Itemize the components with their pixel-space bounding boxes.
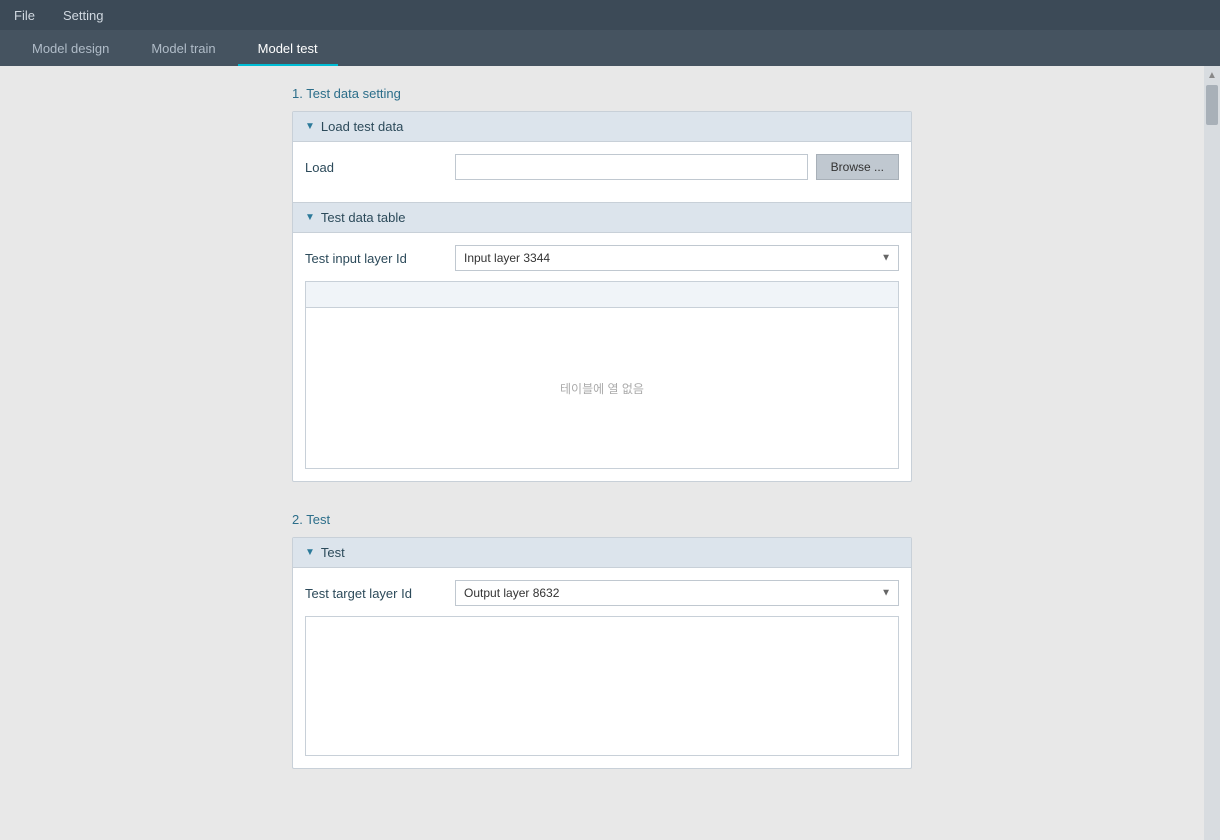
scrollbar-thumb[interactable]	[1206, 85, 1218, 125]
table-panel-title: Test data table	[321, 210, 406, 225]
input-layer-label: Test input layer Id	[305, 251, 455, 266]
load-test-data-panel: ▼ Load test data Load Browse ... ▼ Test …	[292, 111, 912, 482]
table-panel-body: Test input layer Id Input layer 3344 Inp…	[293, 233, 911, 481]
load-file-input[interactable]	[455, 154, 808, 180]
menu-bar: File Setting	[0, 0, 1220, 30]
target-layer-select[interactable]: Output layer 8632 Output layer 5500 Outp…	[455, 580, 899, 606]
main-content: 1. Test data setting ▼ Load test data Lo…	[0, 66, 1220, 840]
content-area: 1. Test data setting ▼ Load test data Lo…	[0, 66, 1204, 840]
tab-model-design[interactable]: Model design	[12, 33, 129, 66]
target-layer-select-wrapper: Output layer 8632 Output layer 5500 Outp…	[455, 580, 899, 606]
load-panel-title: Load test data	[321, 119, 403, 134]
load-panel-body: Load Browse ...	[293, 142, 911, 202]
tab-bar: Model design Model train Model test	[0, 30, 1220, 66]
collapse-arrow-table[interactable]: ▼	[305, 212, 315, 223]
test-panel-title: Test	[321, 545, 345, 560]
scrollbar[interactable]: ▲	[1204, 66, 1220, 840]
target-layer-label: Test target layer Id	[305, 586, 455, 601]
input-layer-row: Test input layer Id Input layer 3344 Inp…	[305, 245, 899, 271]
target-layer-row: Test target layer Id Output layer 8632 O…	[305, 580, 899, 606]
table-header	[306, 282, 898, 308]
scroll-up-arrow[interactable]: ▲	[1205, 68, 1219, 83]
input-layer-select[interactable]: Input layer 3344 Input layer 1000 Input …	[455, 245, 899, 271]
collapse-arrow-test[interactable]: ▼	[305, 547, 315, 558]
menu-setting[interactable]: Setting	[57, 4, 109, 27]
tab-model-train[interactable]: Model train	[131, 33, 235, 66]
section1-title: 1. Test data setting	[292, 86, 912, 101]
section-test: 2. Test ▼ Test Test target layer Id Outp…	[292, 512, 912, 769]
load-panel-header: ▼ Load test data	[293, 112, 911, 142]
test-panel-body: Test target layer Id Output layer 8632 O…	[293, 568, 911, 768]
load-label: Load	[305, 160, 455, 175]
table-panel-header: ▼ Test data table	[293, 202, 911, 233]
test-data-table: 테이블에 열 없음	[305, 281, 899, 469]
section2-title: 2. Test	[292, 512, 912, 527]
result-table	[305, 616, 899, 756]
load-form-row: Load Browse ...	[305, 154, 899, 180]
menu-file[interactable]: File	[8, 4, 41, 27]
section-test-data: 1. Test data setting ▼ Load test data Lo…	[292, 86, 912, 482]
table-empty-message: 테이블에 열 없음	[306, 308, 898, 468]
tab-model-test[interactable]: Model test	[238, 33, 338, 66]
collapse-arrow-load[interactable]: ▼	[305, 121, 315, 132]
test-panel: ▼ Test Test target layer Id Output layer…	[292, 537, 912, 769]
browse-button[interactable]: Browse ...	[816, 154, 899, 180]
test-panel-header: ▼ Test	[293, 538, 911, 568]
input-layer-select-wrapper: Input layer 3344 Input layer 1000 Input …	[455, 245, 899, 271]
